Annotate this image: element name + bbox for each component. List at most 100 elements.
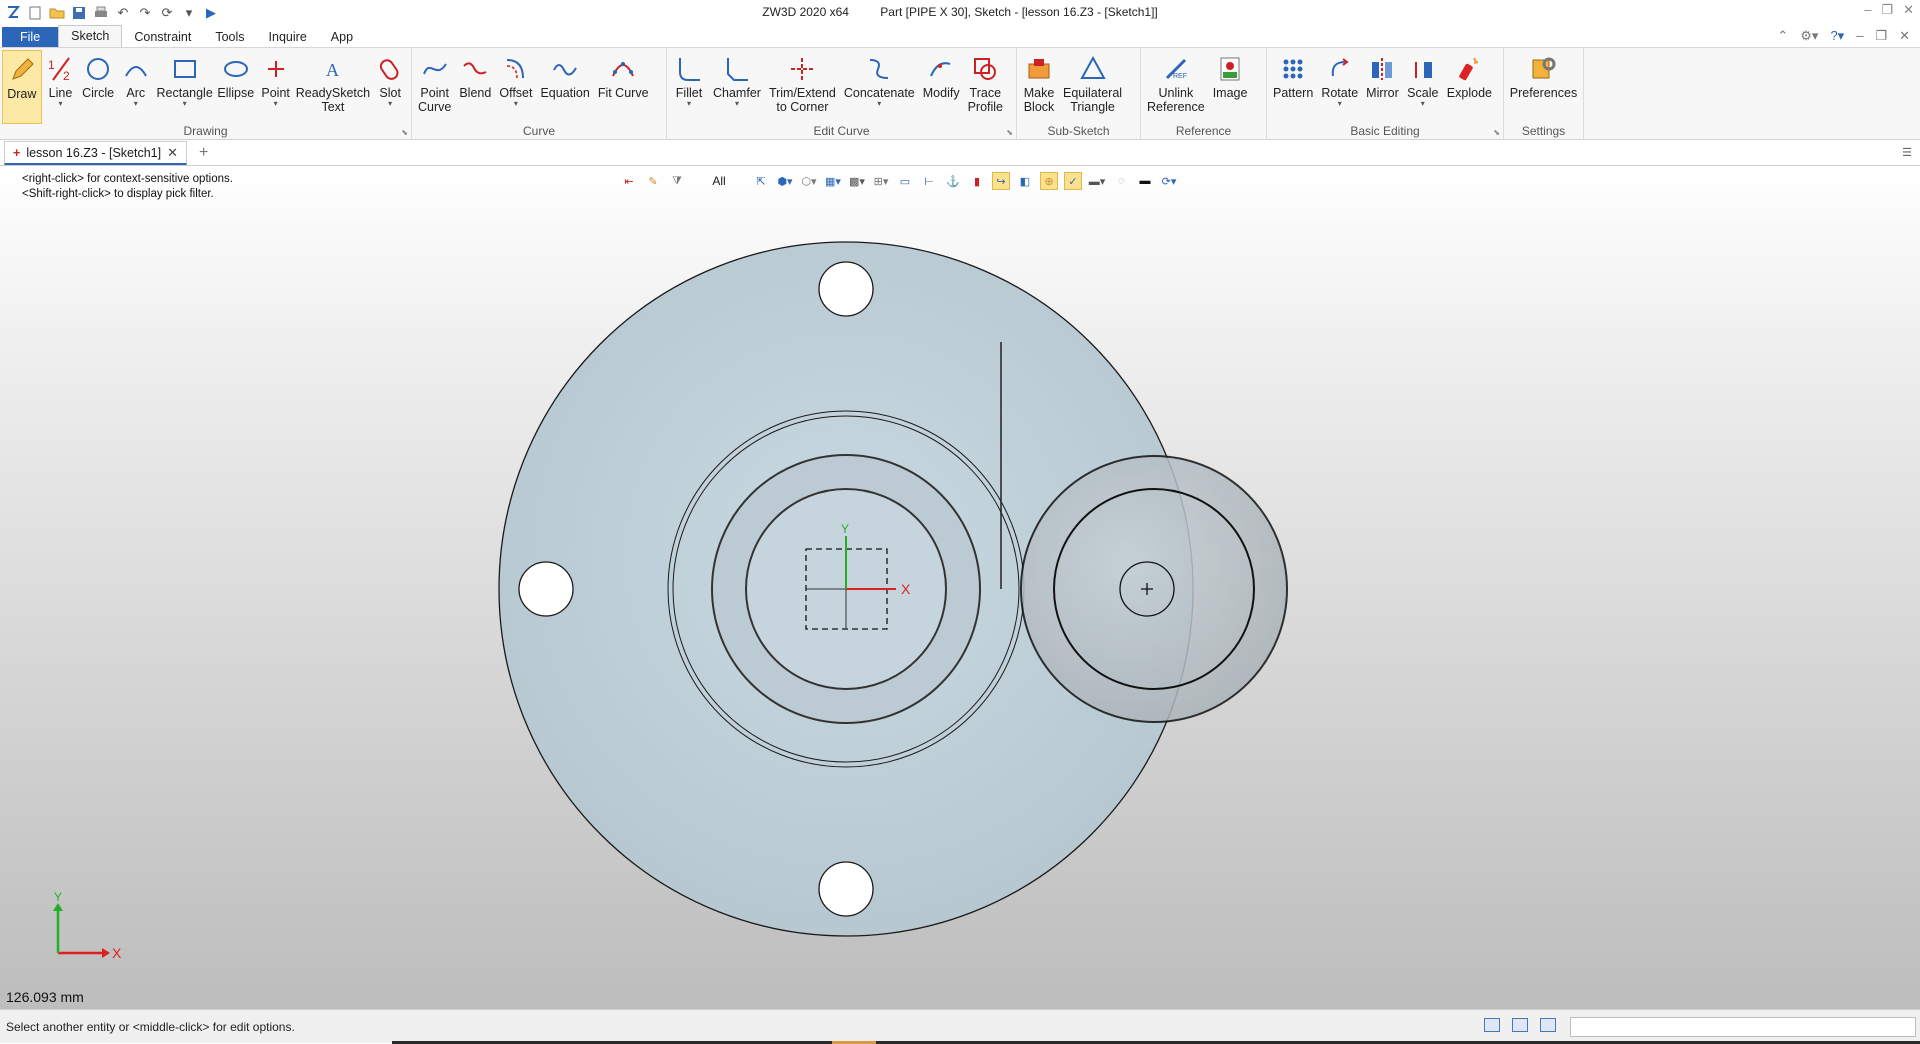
offset-button[interactable]: Offset ▾ — [495, 50, 536, 124]
open-folder-icon[interactable] — [48, 4, 66, 22]
point-curve-button[interactable]: Point Curve — [414, 50, 455, 124]
print-icon[interactable] — [92, 4, 110, 22]
dialog-launcher-icon[interactable]: ⬊ — [401, 128, 408, 137]
fillet-button[interactable]: Fillet ▾ — [669, 50, 709, 124]
sketch-canvas[interactable]: X Y X Y — [0, 166, 1920, 1009]
document-tabs: + lesson 16.Z3 - [Sketch1] ✕ + ☰ — [0, 141, 1920, 166]
doc-restore-icon[interactable]: ❐ — [1875, 28, 1887, 44]
equilateral-triangle-button[interactable]: Equilateral Triangle — [1059, 50, 1126, 124]
caret-icon: ▾ — [1337, 99, 1342, 108]
tab-sketch[interactable]: Sketch — [58, 25, 123, 47]
status-message: Select another entity or <middle-click> … — [6, 1020, 295, 1034]
undo-icon[interactable]: ↶ — [114, 4, 132, 22]
chamfer-button[interactable]: Chamfer ▾ — [709, 50, 765, 124]
group-title-settings: Settings — [1521, 124, 1566, 138]
ellipse-button[interactable]: Ellipse — [215, 50, 257, 124]
refresh-icon[interactable]: ⟳ — [158, 4, 176, 22]
tab-constraint[interactable]: Constraint — [122, 27, 203, 47]
origin-y-label: Y — [841, 522, 849, 536]
preferences-icon — [1528, 52, 1560, 86]
unlink-icon: REF — [1160, 52, 1192, 86]
block-icon — [1023, 52, 1055, 86]
doc-minimize-icon[interactable]: – — [1856, 28, 1863, 44]
command-input[interactable] — [1570, 1017, 1916, 1037]
offset-icon — [500, 52, 532, 86]
rotate-button[interactable]: Rotate ▾ — [1317, 50, 1362, 124]
group-title-curve: Curve — [522, 124, 555, 138]
graphics-viewport[interactable]: <right-click> for context-sensitive opti… — [0, 166, 1920, 1009]
bolt-hole-left[interactable] — [518, 561, 574, 617]
circle-button[interactable]: Circle — [79, 50, 117, 124]
fit-curve-button[interactable]: Fit Curve — [594, 50, 653, 124]
list-view-icon[interactable] — [1540, 1018, 1556, 1032]
caret-icon: ▾ — [182, 99, 187, 108]
tab-list-icon[interactable]: ☰ — [1902, 146, 1912, 159]
image-button[interactable]: Image — [1209, 50, 1252, 124]
arc-icon — [120, 52, 152, 86]
draw-button[interactable]: Draw — [2, 50, 42, 124]
doc-close-icon[interactable]: ✕ — [1899, 28, 1910, 44]
group-title-drawing: Drawing — [183, 124, 228, 138]
new-file-icon[interactable] — [26, 4, 44, 22]
line-button[interactable]: 12 Line ▾ — [42, 50, 80, 124]
point-button[interactable]: Point ▾ — [257, 50, 295, 124]
restore-icon[interactable]: ❐ — [1881, 2, 1893, 18]
group-edit-curve: Fillet ▾ Chamfer ▾ Trim/Extend to Corner C… — [667, 48, 1017, 140]
tab-tools[interactable]: Tools — [203, 27, 256, 47]
document-tab[interactable]: + lesson 16.Z3 - [Sketch1] ✕ — [4, 141, 188, 165]
app-logo-icon[interactable] — [4, 4, 22, 22]
equation-button[interactable]: Equation — [536, 50, 593, 124]
unlink-reference-button[interactable]: REF Unlink Reference — [1143, 50, 1209, 124]
trim-extend-button[interactable]: Trim/Extend to Corner — [765, 50, 840, 124]
close-icon[interactable]: ✕ — [1903, 2, 1914, 18]
pattern-button[interactable]: Pattern — [1269, 50, 1317, 124]
mirror-button[interactable]: Mirror — [1362, 50, 1403, 124]
help-icon[interactable]: ?▾ — [1830, 28, 1844, 44]
trim-icon — [786, 52, 818, 86]
rectangle-button[interactable]: Rectangle ▾ — [155, 50, 215, 124]
dialog-launcher-icon[interactable]: ⬊ — [1006, 128, 1013, 137]
group-title-edit-curve: Edit Curve — [813, 124, 870, 138]
rotate-icon — [1324, 52, 1356, 86]
arc-button[interactable]: Arc ▾ — [117, 50, 155, 124]
triad-y-arrow — [53, 903, 63, 911]
bolt-hole-top[interactable] — [818, 261, 874, 317]
preferences-button[interactable]: Preferences — [1506, 50, 1581, 124]
blend-icon — [459, 52, 491, 86]
concatenate-button[interactable]: Concatenate ▾ — [840, 50, 919, 124]
run-icon[interactable]: ▶ — [202, 4, 220, 22]
caret-icon: ▾ — [877, 99, 882, 108]
make-block-button[interactable]: Make Block — [1019, 50, 1059, 124]
dialog-launcher-icon[interactable]: ⬊ — [1493, 128, 1500, 137]
blend-button[interactable]: Blend — [455, 50, 495, 124]
close-tab-icon[interactable]: ✕ — [167, 145, 178, 161]
bolt-hole-bottom[interactable] — [818, 861, 874, 917]
settings-gear-icon[interactable]: ⚙▾ — [1800, 28, 1818, 44]
side-pipe-outer-circle[interactable] — [1020, 455, 1288, 723]
add-tab-icon[interactable]: + — [199, 144, 208, 162]
layout-view-icon[interactable] — [1484, 1018, 1500, 1032]
scale-button[interactable]: Scale ▾ — [1403, 50, 1443, 124]
status-icons — [1484, 1018, 1556, 1032]
rectangle-icon — [169, 52, 201, 86]
menu-right-icons: ⌃ ⚙▾ ?▾ – ❐ ✕ — [1777, 28, 1910, 44]
slot-button[interactable]: Slot ▾ — [371, 50, 409, 124]
explode-button[interactable]: Explode — [1443, 50, 1496, 124]
tab-inquire[interactable]: Inquire — [257, 27, 319, 47]
tab-app[interactable]: App — [319, 27, 365, 47]
redo-icon[interactable]: ↷ — [136, 4, 154, 22]
trace-profile-button[interactable]: Trace Profile — [964, 50, 1007, 124]
tab-file[interactable]: File — [2, 27, 59, 47]
caret-icon: ▾ — [513, 99, 518, 108]
save-icon[interactable] — [70, 4, 88, 22]
sketch-doc-icon: + — [13, 145, 21, 160]
monitor-icon[interactable] — [1512, 1018, 1528, 1032]
triad-y-label: Y — [54, 890, 62, 904]
minimize-icon[interactable]: – — [1864, 2, 1871, 18]
modify-button[interactable]: Modify — [919, 50, 964, 124]
group-title-reference: Reference — [1175, 124, 1232, 138]
mirror-icon — [1366, 52, 1398, 86]
customize-dropdown-icon[interactable]: ▾ — [180, 4, 198, 22]
collapse-ribbon-icon[interactable]: ⌃ — [1777, 28, 1788, 44]
readysketch-text-button[interactable]: A ReadySketch Text — [294, 50, 371, 124]
